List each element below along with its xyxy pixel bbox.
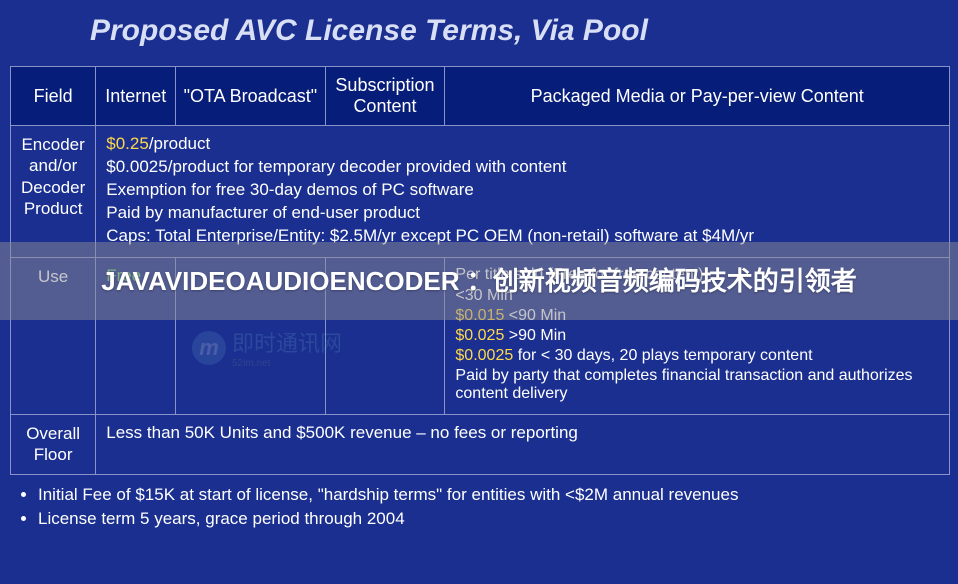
row-encoder: Encoder and/or Decoder Product $0.25/pro… xyxy=(11,126,950,258)
row-floor: Overall Floor Less than 50K Units and $5… xyxy=(11,415,950,475)
overlay-banner: JAVAVIDEOAUDIOENCODER ：创新视频音频编码技术的引领者 xyxy=(0,242,958,320)
bullet-2: License term 5 years, grace period throu… xyxy=(38,509,958,529)
slide-title: Proposed AVC License Terms, Via Pool xyxy=(0,0,958,66)
tier3-text: for < 30 days, 20 plays temporary conten… xyxy=(518,347,813,364)
pkg-footer: Paid by party that completes financial t… xyxy=(455,367,939,403)
overlay-text: JAVAVIDEOAUDIOENCODER ：创新视频音频编码技术的引领者 xyxy=(101,265,857,298)
tier2-text: >90 Min xyxy=(509,327,566,344)
tier2-price: $0.025 xyxy=(455,327,504,344)
watermark-text: 即时通讯网 xyxy=(232,331,342,356)
header-subscription: Subscription Content xyxy=(325,67,445,126)
encoder-line-3: Paid by manufacturer of end-user product xyxy=(106,203,939,223)
watermark: m 即时通讯网 52im.net xyxy=(192,326,342,369)
encoder-line-2: Exemption for free 30-day demos of PC so… xyxy=(106,180,939,200)
header-ota: "OTA Broadcast" xyxy=(176,67,325,126)
tier3-price: $0.0025 xyxy=(455,347,513,364)
header-internet: Internet xyxy=(96,67,176,126)
watermark-badge: m xyxy=(192,331,226,365)
row-encoder-content: $0.25/product $0.0025/product for tempor… xyxy=(96,126,950,258)
encoder-price: $0.25 xyxy=(106,134,149,153)
row-floor-text: Less than 50K Units and $500K revenue – … xyxy=(96,415,950,475)
row-encoder-label: Encoder and/or Decoder Product xyxy=(11,126,96,258)
footnote-bullets: Initial Fee of $15K at start of license,… xyxy=(38,485,958,529)
encoder-line-1: $0.0025/product for temporary decoder pr… xyxy=(106,157,939,177)
bullet-1: Initial Fee of $15K at start of license,… xyxy=(38,485,958,505)
header-field: Field xyxy=(11,67,96,126)
header-packaged: Packaged Media or Pay-per-view Content xyxy=(445,67,950,126)
watermark-sub: 52im.net xyxy=(232,358,342,369)
encoder-price-suffix: /product xyxy=(149,134,210,153)
row-floor-label: Overall Floor xyxy=(11,415,96,475)
